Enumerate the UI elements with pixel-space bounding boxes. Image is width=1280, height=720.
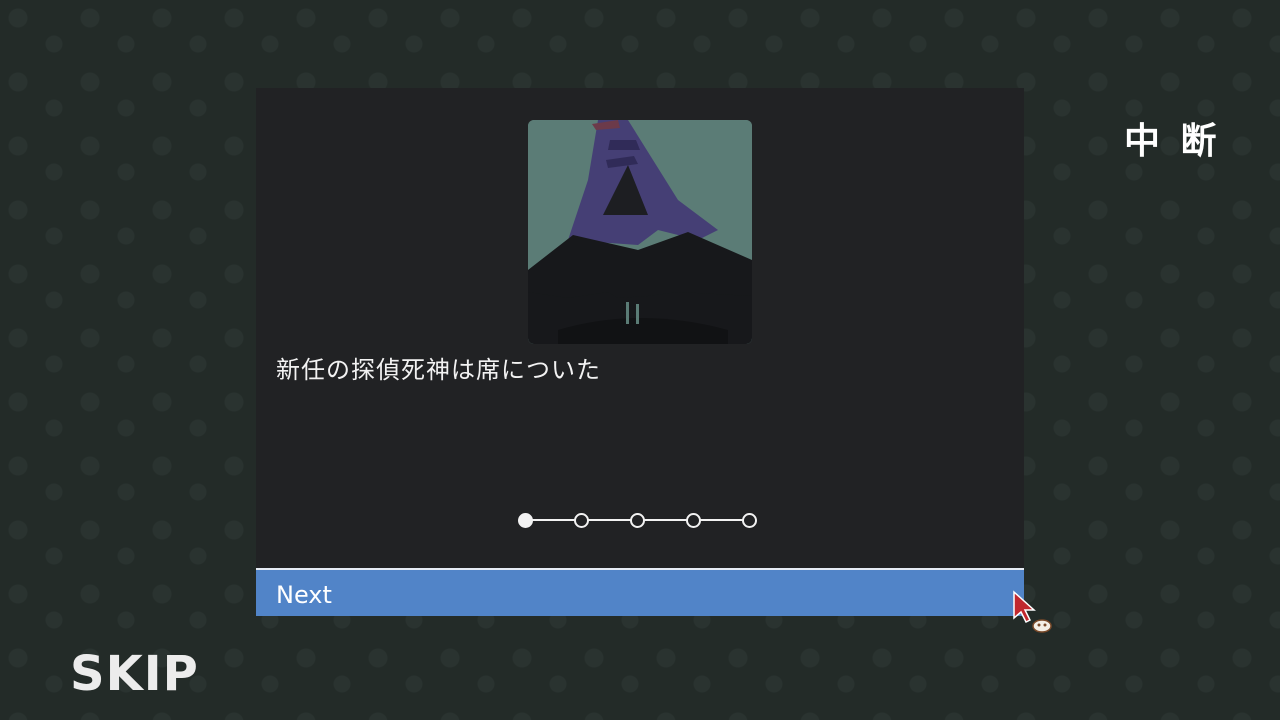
page-indicator <box>518 510 762 530</box>
character-illustration <box>528 120 752 344</box>
pager-dot <box>574 513 589 528</box>
next-button-label: Next <box>276 581 332 609</box>
skip-button[interactable]: SKIP <box>70 646 199 702</box>
cursor-arrow-icon <box>1013 590 1052 633</box>
dialog-message: 新任の探偵死神は席についた <box>276 356 601 384</box>
pager-dot <box>630 513 645 528</box>
character-portrait <box>528 120 752 344</box>
pager-dot-current <box>518 513 533 528</box>
interrupt-button[interactable]: 中 断 <box>1124 112 1221 164</box>
tutorial-dialog: 新任の探偵死神は席についた Next <box>256 88 1024 616</box>
pager-dot <box>742 513 757 528</box>
pager-dot <box>686 513 701 528</box>
next-button[interactable]: Next <box>256 568 1024 616</box>
